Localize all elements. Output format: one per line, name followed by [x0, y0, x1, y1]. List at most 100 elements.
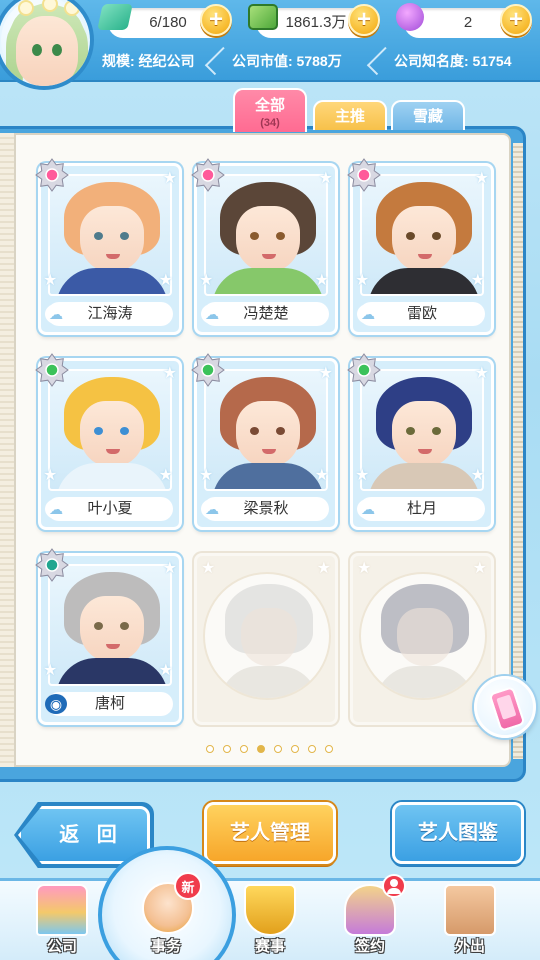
page-dot[interactable] — [257, 745, 265, 753]
locked-portrait — [359, 572, 487, 700]
portrait-face — [80, 596, 144, 662]
cloud-icon: ☁ — [357, 499, 379, 519]
artist-portrait — [360, 369, 484, 491]
cloud-icon: ☁ — [357, 304, 379, 324]
star-icon: ★ — [162, 170, 177, 187]
page-dot[interactable] — [325, 745, 333, 753]
stat-divider — [366, 46, 396, 76]
avatar-eye — [52, 44, 62, 56]
cloud-icon: ☁ — [201, 499, 223, 519]
star-icon: ★ — [158, 272, 173, 289]
user-alert-icon — [382, 874, 406, 898]
tab-all[interactable]: 全部 (34) — [233, 88, 307, 132]
page-dot[interactable] — [274, 745, 282, 753]
portrait-eye — [276, 232, 285, 240]
portrait-face — [241, 608, 297, 666]
portrait-face — [236, 401, 300, 467]
star-icon: ★ — [314, 467, 329, 484]
portrait-face — [236, 206, 300, 272]
artist-card[interactable]: ★ ★ ★ ☁ 杜月 — [347, 353, 494, 530]
avatar-face — [16, 16, 78, 86]
company-fame: 公司知名度: 51754 — [394, 53, 512, 69]
star-icon: ★ — [355, 272, 370, 289]
artist-portrait — [48, 369, 172, 491]
phone-button[interactable] — [474, 676, 536, 738]
tab-hidden[interactable]: 雪藏 — [391, 100, 465, 130]
page-dot[interactable] — [291, 745, 299, 753]
star-icon: ★ — [43, 272, 58, 289]
artist-card[interactable]: ★ ★ ★ ☁ 冯楚楚 — [191, 158, 338, 335]
portrait-face — [80, 401, 144, 467]
portrait-eye — [432, 232, 441, 240]
rank-badge-icon — [347, 158, 381, 192]
portrait-eye — [276, 427, 285, 435]
artist-card[interactable]: ★ ★ ★ ☁ 叶小夏 — [35, 353, 182, 530]
lightning-icon — [97, 4, 133, 30]
nav-outing[interactable]: 外出 — [422, 878, 518, 960]
rank-badge-gem — [357, 168, 371, 182]
cloud-icon: ☁ — [201, 304, 223, 324]
rank-badge-gem — [201, 168, 215, 182]
rank-badge-icon — [35, 353, 69, 387]
star-icon: ★ — [314, 272, 329, 289]
portrait-body — [368, 463, 480, 489]
artist-card[interactable]: ★ ★ ★ ☁ 梁景秋 — [191, 353, 338, 530]
star-icon: ★ — [162, 560, 177, 577]
star-icon: ★ — [470, 272, 485, 289]
add-energy-button[interactable]: + — [200, 4, 232, 36]
locked-artist-card[interactable]: ★ ★ — [350, 553, 494, 725]
star-icon: ★ — [43, 662, 58, 679]
rank-badge-gem — [45, 363, 59, 377]
nav-events-label: 赛事 — [254, 938, 285, 955]
cloud-icon: ☁ — [45, 304, 67, 324]
portrait-eye — [406, 232, 415, 240]
nav-events[interactable]: 赛事 — [222, 878, 318, 960]
star-icon: ★ — [318, 170, 333, 187]
new-badge: 新 — [174, 872, 202, 900]
artist-portrait — [204, 174, 328, 296]
add-gem-button[interactable]: + — [500, 4, 532, 36]
rank-badge-icon — [35, 548, 69, 582]
star-icon: ★ — [472, 560, 487, 577]
artist-card[interactable]: ★ ★ ★ ☁ 雷欧 — [347, 158, 494, 335]
locked-portrait — [203, 572, 331, 700]
player-avatar[interactable] — [0, 0, 94, 90]
page-dot[interactable] — [308, 745, 316, 753]
portrait-eye — [94, 232, 103, 240]
building-icon — [36, 884, 88, 936]
portrait-eye — [120, 427, 129, 435]
artist-card[interactable]: ★ ★ ★ ◉ 唐柯 — [35, 548, 182, 725]
nav-affairs-label: 事务 — [150, 938, 181, 955]
page-dot[interactable] — [240, 745, 248, 753]
add-money-button[interactable]: + — [348, 4, 380, 36]
flower-icon — [18, 0, 34, 16]
portrait-eye — [120, 232, 129, 240]
tab-all-label: 全部 — [254, 97, 285, 114]
star-icon: ★ — [470, 467, 485, 484]
portrait-face — [392, 206, 456, 272]
rank-badge-icon — [347, 353, 381, 387]
gem-icon — [396, 3, 424, 31]
artist-card[interactable]: ★ ★ ★ ☁ 江海涛 — [35, 158, 182, 335]
book-page-edge — [513, 143, 523, 759]
artist-portrait — [48, 174, 172, 296]
locked-artist-card[interactable]: ★ ★ — [194, 553, 338, 725]
artist-portrait — [360, 174, 484, 296]
tab-featured[interactable]: 主推 — [313, 100, 387, 130]
trophy-icon — [244, 884, 296, 936]
phone-icon — [488, 685, 526, 733]
artist-portrait — [48, 564, 172, 686]
portrait-body — [219, 666, 319, 698]
portrait-eye — [94, 622, 103, 630]
star-icon: ★ — [316, 560, 331, 577]
page-dot[interactable] — [223, 745, 231, 753]
star-icon: ★ — [318, 365, 333, 382]
portrait-body — [56, 658, 168, 684]
portrait-eye — [94, 427, 103, 435]
artist-catalog-button[interactable]: 艺人图鉴 — [392, 802, 524, 864]
page-dot[interactable] — [206, 745, 214, 753]
star-icon: ★ — [162, 365, 177, 382]
artist-manage-button[interactable]: 艺人管理 — [204, 802, 336, 864]
rank-badge-icon — [191, 353, 225, 387]
nav-company[interactable]: 公司 — [14, 878, 110, 960]
